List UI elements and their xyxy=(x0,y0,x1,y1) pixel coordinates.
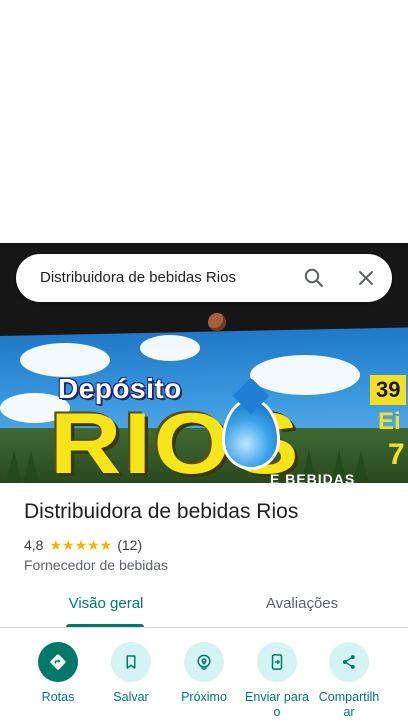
tab-divider xyxy=(0,627,408,628)
search-icon[interactable] xyxy=(302,266,326,290)
tab-reviews[interactable]: Avaliações xyxy=(236,595,368,627)
close-icon[interactable] xyxy=(354,266,378,290)
search-bar[interactable]: Distribuidora de bebidas Rios xyxy=(16,254,392,302)
blank-area xyxy=(0,0,408,243)
search-query[interactable]: Distribuidora de bebidas Rios xyxy=(40,254,236,302)
action-label: Rotas xyxy=(41,690,75,704)
sign-strip: E BEBIDAS xyxy=(270,471,356,483)
rating-row[interactable]: 4,8 ★★★★★ (12) xyxy=(24,536,142,554)
photo-cloud xyxy=(250,355,360,395)
action-label: Enviar para o xyxy=(245,690,309,719)
share-icon[interactable] xyxy=(329,642,369,682)
action-label: Próximo xyxy=(181,690,227,704)
directions-button[interactable]: Rotas xyxy=(25,642,91,705)
nearby-icon[interactable] xyxy=(184,642,224,682)
photo-cloud xyxy=(20,343,110,377)
directions-icon[interactable] xyxy=(38,642,78,682)
place-category: Fornecedor de bebidas xyxy=(24,557,168,573)
share-button[interactable]: Compartilhar xyxy=(316,642,382,720)
sign-sub: Ei xyxy=(378,408,401,435)
review-count: (12) xyxy=(117,537,143,553)
action-label: Salvar xyxy=(113,690,149,704)
photo-nail xyxy=(208,313,226,331)
sign-price: 39 xyxy=(370,375,407,405)
bookmark-icon[interactable] xyxy=(111,642,151,682)
action-label: Compartilhar xyxy=(318,690,380,719)
rating-value: 4,8 xyxy=(24,537,44,553)
tab-overview[interactable]: Visão geral xyxy=(40,595,172,627)
star-rating-icon: ★★★★★ xyxy=(49,536,113,553)
save-button[interactable]: Salvar xyxy=(98,642,164,705)
nearby-button[interactable]: Próximo xyxy=(171,642,237,705)
sign-num: 7 xyxy=(388,438,405,471)
place-name: Distribuidora de bebidas Rios xyxy=(24,500,299,523)
photo-cloud xyxy=(140,335,200,361)
send-to-phone-button[interactable]: Enviar para o xyxy=(244,642,310,720)
send-to-phone-icon[interactable] xyxy=(257,642,297,682)
